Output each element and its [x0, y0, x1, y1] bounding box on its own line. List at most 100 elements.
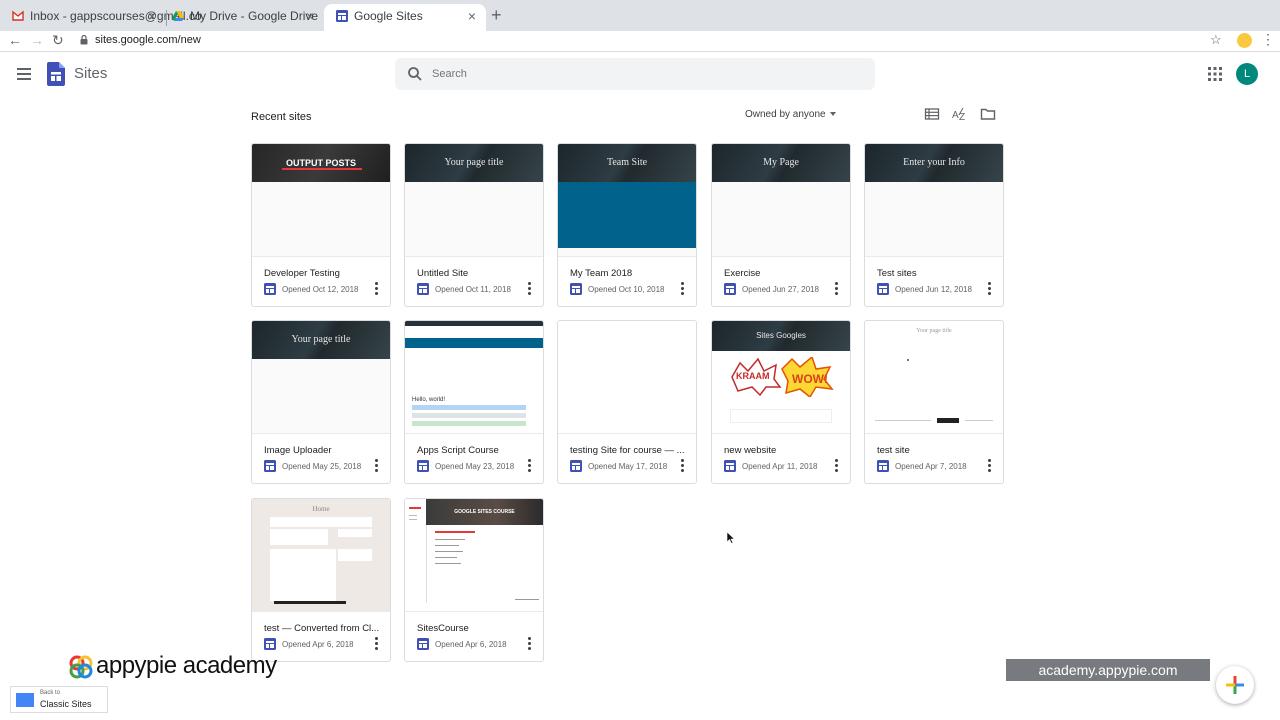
thumbnail-line: [515, 599, 539, 600]
app-title: Sites: [74, 65, 108, 82]
svg-text:WOW!: WOW!: [792, 372, 828, 386]
more-options-icon[interactable]: [523, 458, 535, 474]
sites-doc-icon: [417, 460, 429, 472]
tab-sites[interactable]: Google Sites ×: [324, 4, 486, 31]
tab-label: Google Sites: [354, 9, 423, 23]
forward-arrow-icon[interactable]: →: [30, 32, 44, 48]
main-menu-icon[interactable]: [17, 68, 31, 80]
thumbnail-heading: Home: [312, 505, 330, 513]
more-options-icon[interactable]: [983, 281, 995, 297]
site-title: testing Site for course — ...: [570, 445, 685, 456]
site-thumbnail: GOOGLE SITES COURSE: [405, 499, 543, 612]
thumbnail-row: [412, 413, 526, 418]
thumbnail-box: [338, 529, 372, 537]
opened-date: Opened Oct 12, 2018: [282, 285, 359, 294]
reload-icon[interactable]: ↻: [52, 32, 64, 49]
search-input[interactable]: [432, 65, 832, 83]
back-arrow-icon[interactable]: ←: [8, 32, 22, 48]
more-options-icon[interactable]: [830, 281, 842, 297]
site-card[interactable]: My Page Exercise Opened Jun 27, 2018: [711, 143, 851, 307]
plus-icon: [1226, 676, 1244, 694]
close-icon[interactable]: ×: [148, 4, 156, 29]
site-card[interactable]: Enter your Info Test sites Opened Jun 12…: [864, 143, 1004, 307]
back-to-classic-button[interactable]: Back to Classic Sites: [10, 686, 108, 713]
thumbnail-line: [435, 545, 459, 546]
close-icon[interactable]: ×: [306, 4, 314, 29]
opened-date: Opened Apr 6, 2018: [282, 640, 354, 649]
site-card[interactable]: Your page title Image Uploader Opened Ma…: [251, 320, 391, 484]
more-options-icon[interactable]: [370, 458, 382, 474]
site-thumbnail: Enter your Info: [865, 144, 1003, 257]
thumbnail-nav: [409, 507, 421, 509]
more-options-icon[interactable]: [523, 281, 535, 297]
site-card[interactable]: Home test — Converted from Cl... Opened …: [251, 498, 391, 662]
thumbnail-line: [965, 420, 993, 421]
site-title: new website: [724, 445, 777, 456]
classic-label-main: Classic Sites: [40, 699, 92, 709]
tab-inbox[interactable]: Inbox - gappscourses@gmail.co ×: [0, 4, 202, 31]
search-box[interactable]: [395, 58, 875, 90]
extension-icon[interactable]: [1237, 33, 1252, 48]
site-card[interactable]: GOOGLE SITES COURSE SitesCourse Opened A…: [404, 498, 544, 662]
appypie-brand-logo: appypie academy: [68, 652, 277, 682]
thumbnail-box: [338, 549, 372, 561]
list-view-icon[interactable]: [924, 106, 940, 122]
owner-filter-dropdown[interactable]: Owned by anyone: [745, 109, 836, 120]
site-card[interactable]: Sites Googles KRAAM WOW! new website Ope…: [711, 320, 851, 484]
more-options-icon[interactable]: [370, 281, 382, 297]
more-options-icon[interactable]: [676, 281, 688, 297]
sites-doc-icon: [264, 638, 276, 650]
sort-az-icon[interactable]: A Z: [952, 106, 968, 122]
sites-logo-icon[interactable]: [47, 62, 65, 86]
site-title: Apps Script Course: [417, 445, 499, 456]
sites-doc-icon: [417, 638, 429, 650]
site-card[interactable]: Your page title Untitled Site Opened Oct…: [404, 143, 544, 307]
sites-icon: [336, 10, 348, 22]
site-title: Exercise: [724, 268, 761, 279]
thumbnail-line: [435, 557, 457, 558]
more-options-icon[interactable]: [983, 458, 995, 474]
site-thumbnail: [558, 321, 696, 434]
new-tab-button[interactable]: +: [491, 5, 502, 26]
site-title: Image Uploader: [264, 445, 332, 456]
site-card[interactable]: Team Site My Team 2018 Opened Oct 10, 20…: [557, 143, 697, 307]
site-thumbnail: Home: [252, 499, 390, 612]
create-site-button[interactable]: [1216, 666, 1254, 704]
site-title: Untitled Site: [417, 268, 469, 279]
thumbnail-line: [435, 563, 461, 564]
close-icon[interactable]: ×: [468, 4, 476, 29]
browser-tab-bar: Inbox - gappscourses@gmail.co × My Drive…: [0, 0, 1280, 31]
banner-text: Your page title: [444, 157, 504, 168]
address-bar[interactable]: sites.google.com/new: [95, 34, 201, 46]
banner-text: OUTPUT POSTS: [285, 158, 356, 168]
thumbnail-line: [435, 551, 463, 552]
banner-text: Enter your Info: [903, 157, 965, 168]
thumbnail-nav: [409, 519, 417, 520]
section-title: Recent sites: [251, 111, 312, 123]
sites-doc-icon: [877, 283, 889, 295]
thumbnail-nav: [409, 515, 417, 516]
bookmark-star-icon[interactable]: ☆: [1210, 32, 1222, 48]
more-options-icon[interactable]: [830, 458, 842, 474]
site-card[interactable]: Your page title test site Opened Apr 7, …: [864, 320, 1004, 484]
folder-icon[interactable]: [980, 106, 996, 122]
site-title: test — Converted from Cl...: [264, 623, 380, 634]
thumbnail-row: [412, 405, 526, 410]
more-options-icon[interactable]: [676, 458, 688, 474]
opened-date: Opened Oct 10, 2018: [588, 285, 665, 294]
thumbnail-color-block: [558, 182, 696, 248]
site-card[interactable]: OUTPUT POSTS Developer Testing Opened Oc…: [251, 143, 391, 307]
avatar[interactable]: L: [1236, 63, 1258, 85]
more-options-icon[interactable]: [523, 636, 535, 652]
thumbnail-footer: [274, 601, 346, 604]
banner-underline: [282, 168, 362, 170]
site-card[interactable]: Hello, world! Apps Script Course Opened …: [404, 320, 544, 484]
banner-text: GOOGLE SITES COURSE: [454, 509, 515, 515]
tab-drive[interactable]: My Drive - Google Drive ×: [160, 4, 324, 31]
more-options-icon[interactable]: [370, 636, 382, 652]
apps-grid-icon[interactable]: [1208, 67, 1222, 81]
site-thumbnail: Team Site: [558, 144, 696, 257]
browser-menu-icon[interactable]: ⋮: [1261, 31, 1275, 48]
owner-filter-label: Owned by anyone: [745, 109, 826, 120]
site-card[interactable]: testing Site for course — ... Opened May…: [557, 320, 697, 484]
